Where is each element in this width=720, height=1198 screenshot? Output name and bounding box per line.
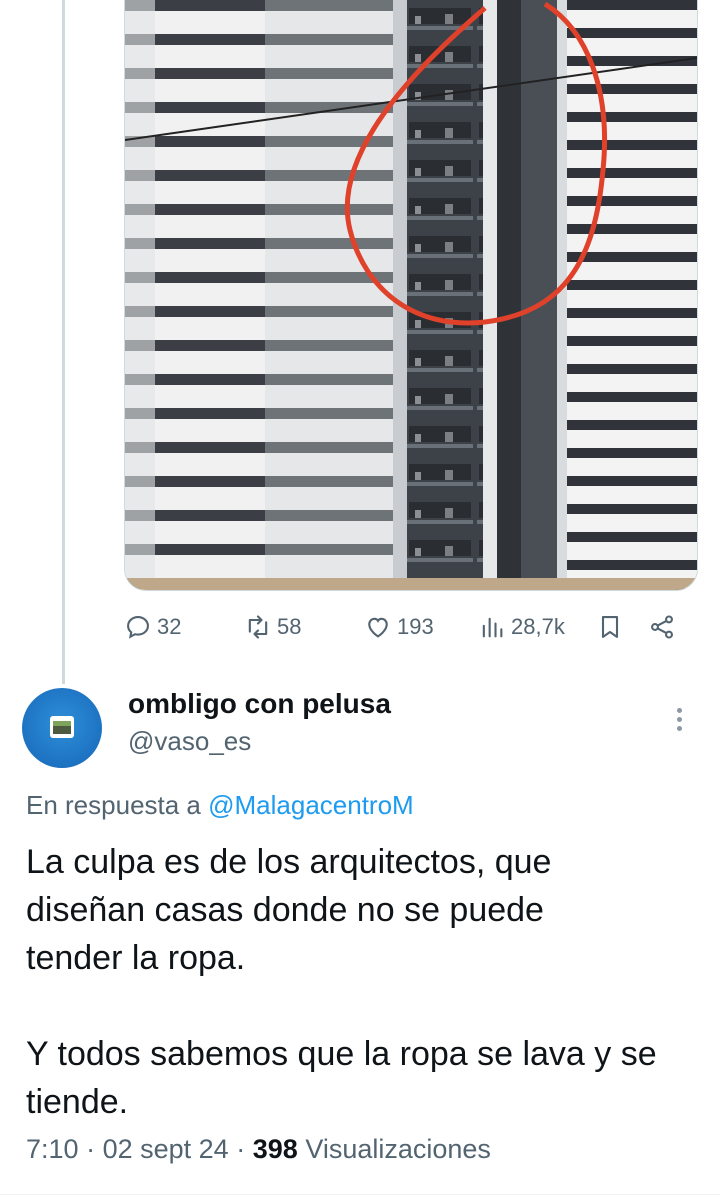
tweet-body-text: La culpa es de los arquitectos, que dise… bbox=[26, 843, 657, 1121]
avatar-image-icon bbox=[50, 716, 74, 738]
more-vertical-icon bbox=[677, 708, 682, 713]
meta-separator: · bbox=[86, 1134, 96, 1164]
retweet-button[interactable]: 58 bbox=[244, 604, 301, 650]
more-options-button[interactable] bbox=[664, 700, 694, 740]
retweet-count: 58 bbox=[277, 614, 302, 639]
tweet-view-label: Visualizaciones bbox=[305, 1134, 491, 1164]
reply-context: En respuesta a @MalagacentroM bbox=[26, 790, 414, 821]
view-count: 28,7k bbox=[511, 614, 565, 639]
building-photo-image bbox=[125, 0, 697, 590]
bookmark-icon bbox=[601, 616, 619, 638]
avatar[interactable] bbox=[22, 688, 102, 768]
divider bbox=[0, 1194, 720, 1195]
share-icon bbox=[651, 615, 673, 639]
like-count: 193 bbox=[397, 614, 434, 639]
views-button[interactable]: 28,7k bbox=[478, 604, 565, 650]
share-button[interactable] bbox=[648, 604, 681, 650]
author-handle[interactable]: @vaso_es bbox=[128, 726, 251, 757]
tweet-time[interactable]: 7:10 bbox=[26, 1134, 79, 1164]
retweet-icon bbox=[248, 615, 268, 639]
like-button[interactable]: 193 bbox=[364, 604, 434, 650]
reply-icon bbox=[127, 616, 149, 639]
reply-button[interactable]: 32 bbox=[124, 604, 181, 650]
tweet-meta: 7:10 · 02 sept 24 · 398 Visualizaciones bbox=[26, 1134, 491, 1165]
author-name[interactable]: ombligo con pelusa bbox=[128, 688, 391, 720]
bookmark-button[interactable] bbox=[596, 604, 629, 650]
views-bar-icon bbox=[482, 617, 503, 638]
heart-icon bbox=[368, 617, 388, 638]
reply-context-prefix: En respuesta a bbox=[26, 790, 201, 820]
tweet-action-bar: 32 58 193 28,7k bbox=[124, 604, 696, 650]
tweet-photo[interactable] bbox=[124, 0, 698, 591]
meta-separator: · bbox=[236, 1134, 246, 1164]
thread-connector-line bbox=[62, 0, 65, 684]
reply-to-mention-link[interactable]: @MalagacentroM bbox=[208, 790, 414, 820]
tweet-date[interactable]: 02 sept 24 bbox=[103, 1134, 229, 1164]
tweet-view-count: 398 bbox=[252, 1134, 298, 1164]
reply-count: 32 bbox=[157, 614, 182, 639]
